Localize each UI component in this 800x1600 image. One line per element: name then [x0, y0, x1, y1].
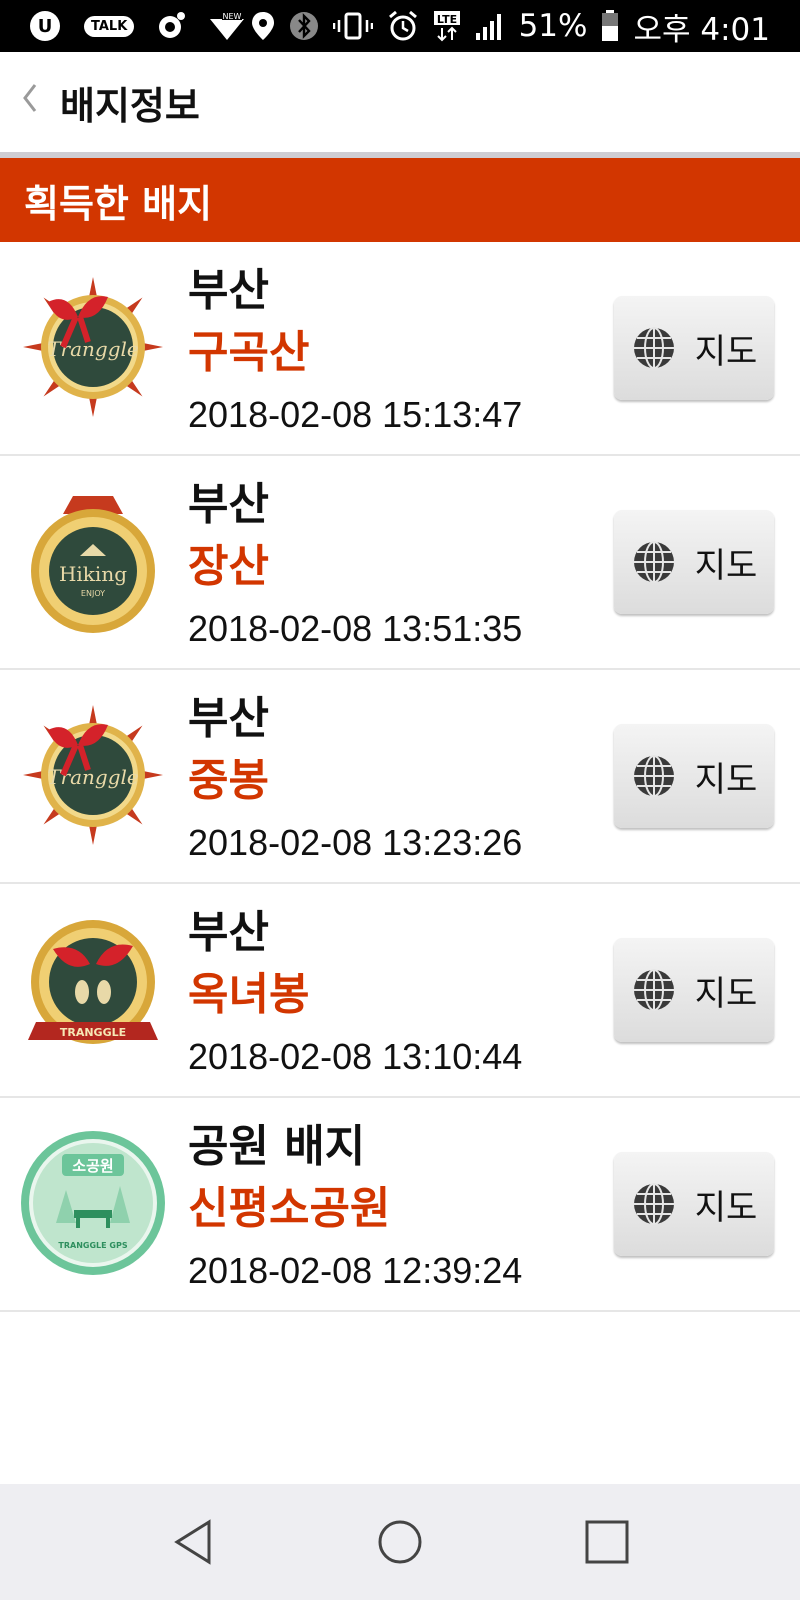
badge-region: 공원 배지 [188, 1121, 366, 1172]
svg-text:LTE: LTE [436, 13, 456, 26]
vibrate-icon [332, 11, 373, 41]
globe-icon [633, 327, 674, 369]
badge-name: 중봉 [188, 755, 269, 806]
svg-text:Tranggle: Tranggle [47, 337, 139, 361]
u-plus-icon: U [28, 9, 62, 43]
list-item[interactable]: Tranggle 부산 구곡산 2018-02-08 15:13:47 지도 [0, 242, 800, 456]
badge-region: 부산 [188, 907, 269, 958]
app-bar: 배지정보 [0, 52, 800, 152]
badge-datetime: 2018-02-08 12:39:24 [188, 1250, 523, 1291]
svg-text:소공원: 소공원 [72, 1157, 113, 1175]
kakaotalk-icon: TALK [84, 15, 135, 37]
chevron-left-icon [23, 83, 37, 112]
svg-text:Hiking: Hiking [59, 562, 127, 586]
map-button[interactable]: 지도 [614, 1152, 774, 1256]
tranggle-ribbon-badge-icon: Tranggle [23, 705, 163, 845]
status-bar: U TALK NEW LTE 51% 오후 4:01 [0, 0, 800, 52]
badge-name: 옥녀봉 [188, 969, 310, 1020]
svg-text:ENJOY: ENJOY [81, 589, 105, 598]
badge-info: 공원 배지 신평소공원 2018-02-08 12:39:24 [188, 1116, 522, 1302]
page-title: 배지정보 [60, 83, 200, 128]
map-button-label: 지도 [694, 973, 758, 1014]
badge-info: 부산 구곡산 2018-02-08 15:13:47 [188, 260, 522, 446]
globe-icon [633, 755, 674, 797]
nav-home-button[interactable] [370, 1512, 430, 1572]
svg-text:Tranggle: Tranggle [47, 765, 139, 789]
svg-text:TRANGGLE GPS: TRANGGLE GPS [58, 1241, 127, 1250]
square-recents-icon [585, 1520, 629, 1564]
badge-region: 부산 [188, 693, 269, 744]
badge-region: 부산 [188, 479, 269, 530]
map-button-label: 지도 [694, 1187, 758, 1228]
system-nav-bar [0, 1484, 800, 1600]
triangle-back-icon [174, 1519, 211, 1565]
badge-datetime: 2018-02-08 13:23:26 [188, 822, 523, 863]
section-header: 획득한 배지 [0, 158, 800, 242]
badge-name: 신평소공원 [188, 1183, 391, 1234]
location-icon [251, 11, 275, 41]
badge-region: 부산 [188, 265, 269, 316]
nav-recents-button[interactable] [577, 1512, 637, 1572]
svg-text:U: U [38, 16, 53, 37]
list-item[interactable]: Tranggle 부산 중봉 2018-02-08 13:23:26 지도 [0, 670, 800, 884]
record-icon [156, 11, 186, 41]
globe-icon [633, 541, 674, 583]
badge-datetime: 2018-02-08 13:51:35 [188, 608, 523, 649]
tranggle-footprint-badge-icon: TRANGGLE [28, 920, 158, 1044]
map-button-label: 지도 [694, 759, 758, 800]
hiking-enjoy-badge-icon: Hiking ENJOY [31, 496, 155, 633]
park-badge-icon: 소공원 TRANGGLE GPS [21, 1131, 165, 1275]
badge-datetime: 2018-02-08 13:10:44 [188, 1036, 523, 1077]
globe-icon [633, 969, 674, 1011]
map-button[interactable]: 지도 [614, 938, 774, 1042]
battery-percent: 51% [518, 8, 588, 44]
svg-text:TRANGGLE: TRANGGLE [60, 1026, 126, 1039]
map-button[interactable]: 지도 [614, 510, 774, 614]
badge-info: 부산 옥녀봉 2018-02-08 13:10:44 [188, 902, 522, 1088]
list-item[interactable]: 소공원 TRANGGLE GPS 공원 배지 신평소공원 2018-02-08 … [0, 1098, 800, 1312]
badge-datetime: 2018-02-08 15:13:47 [188, 394, 523, 435]
map-button[interactable]: 지도 [614, 296, 774, 400]
badge-list: Tranggle 부산 구곡산 2018-02-08 15:13:47 지도 H… [0, 242, 800, 1312]
map-button-label: 지도 [694, 331, 758, 372]
lte-icon: LTE [433, 10, 461, 42]
battery-icon [601, 10, 619, 42]
wifi-new-icon: NEW [208, 11, 246, 41]
badge-name: 장산 [188, 541, 269, 592]
badge-name: 구곡산 [188, 327, 310, 378]
map-button-label: 지도 [694, 545, 758, 586]
list-item[interactable]: Hiking ENJOY 부산 장산 2018-02-08 13:51:35 지… [0, 456, 800, 670]
bluetooth-icon [289, 11, 319, 41]
nav-back-button[interactable] [163, 1512, 223, 1572]
back-button[interactable] [0, 81, 58, 124]
svg-text:NEW: NEW [223, 12, 242, 21]
globe-icon [633, 1183, 674, 1225]
clock: 오후 4:01 [633, 11, 770, 48]
alarm-icon [387, 10, 419, 42]
map-button[interactable]: 지도 [614, 724, 774, 828]
signal-icon [475, 11, 505, 41]
badge-info: 부산 중봉 2018-02-08 13:23:26 [188, 688, 522, 874]
tranggle-ribbon-badge-icon: Tranggle [23, 277, 163, 417]
circle-home-icon [378, 1520, 422, 1564]
list-item[interactable]: TRANGGLE 부산 옥녀봉 2018-02-08 13:10:44 지도 [0, 884, 800, 1098]
badge-info: 부산 장산 2018-02-08 13:51:35 [188, 474, 522, 660]
